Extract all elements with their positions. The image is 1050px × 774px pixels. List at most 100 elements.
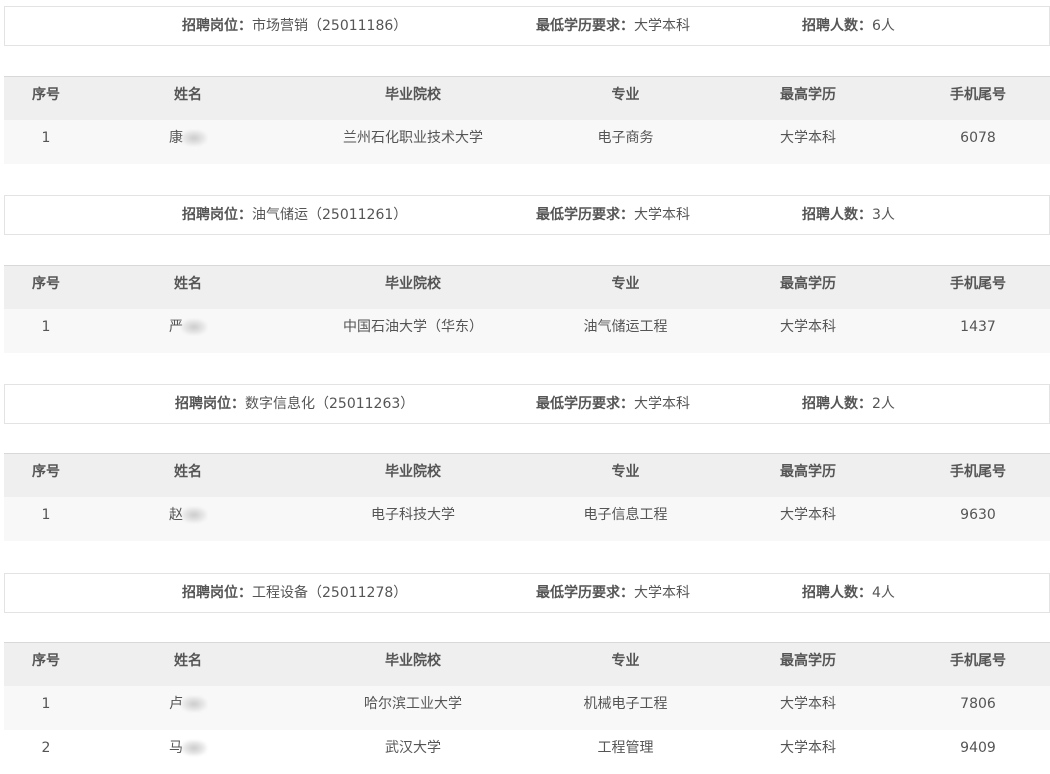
candidate-table: 序号 姓名 毕业院校 专业 最高学历 手机尾号 1 卢 哈尔滨工业大学 机械电子… xyxy=(4,642,1050,774)
position-field: 招聘岗位：工程设备（25011278） xyxy=(182,574,407,614)
position-label: 招聘岗位： xyxy=(182,585,252,601)
position-value: 数字信息化（25011263） xyxy=(245,396,415,412)
cell-major: 工程管理 xyxy=(597,740,654,756)
table-row: 1 康 兰州石化职业技术大学 电子商务 大学本科 6078 xyxy=(4,120,1050,164)
hire-count-value: 4人 xyxy=(872,585,895,601)
cell-school: 电子科技大学 xyxy=(371,507,455,523)
table-header-row: 序号 姓名 毕业院校 专业 最高学历 手机尾号 xyxy=(4,642,1050,686)
col-header-degree: 最高学历 xyxy=(780,87,836,103)
redaction-blur xyxy=(181,740,207,756)
col-header-phone-tail: 手机尾号 xyxy=(950,464,1006,480)
position-value: 油气储运（25011261） xyxy=(252,207,408,223)
col-header-phone-tail: 手机尾号 xyxy=(950,276,1006,292)
col-header-no: 序号 xyxy=(32,276,60,292)
col-header-phone-tail: 手机尾号 xyxy=(950,87,1006,103)
redaction-blur xyxy=(181,130,207,146)
cell-phone-tail: 1437 xyxy=(960,319,996,335)
cell-school: 哈尔滨工业大学 xyxy=(364,696,462,712)
col-header-name: 姓名 xyxy=(174,653,202,669)
job-section-engineering-equipment: 招聘岗位：工程设备（25011278） 最低学历要求：大学本科 招聘人数：4人 … xyxy=(4,573,1050,774)
position-value: 市场营销（25011186） xyxy=(252,18,408,34)
cell-major: 机械电子工程 xyxy=(583,696,668,712)
job-header: 招聘岗位：工程设备（25011278） 最低学历要求：大学本科 招聘人数：4人 xyxy=(4,573,1050,613)
hire-count-label: 招聘人数： xyxy=(802,18,872,34)
redaction-blur xyxy=(181,696,207,712)
candidate-table: 序号 姓名 毕业院校 专业 最高学历 手机尾号 1 康 兰州石化职业技术大学 电… xyxy=(4,76,1050,164)
min-education-value: 大学本科 xyxy=(634,585,690,601)
job-header: 招聘岗位：数字信息化（25011263） 最低学历要求：大学本科 招聘人数：2人 xyxy=(4,384,1050,424)
position-field: 招聘岗位：数字信息化（25011263） xyxy=(175,385,414,425)
col-header-school: 毕业院校 xyxy=(385,87,441,103)
table-header-row: 序号 姓名 毕业院校 专业 最高学历 手机尾号 xyxy=(4,453,1050,497)
min-education-field: 最低学历要求：大学本科 xyxy=(536,385,690,425)
min-education-field: 最低学历要求：大学本科 xyxy=(536,196,690,236)
table-row: 1 赵 电子科技大学 电子信息工程 大学本科 9630 xyxy=(4,497,1050,541)
hire-count-value: 6人 xyxy=(872,18,895,34)
col-header-major: 专业 xyxy=(611,653,640,669)
cell-degree: 大学本科 xyxy=(780,740,836,756)
redaction-blur xyxy=(181,507,207,523)
position-label: 招聘岗位： xyxy=(182,207,252,223)
position-label: 招聘岗位： xyxy=(175,396,245,412)
hire-count-field: 招聘人数：4人 xyxy=(802,574,895,614)
hire-count-label: 招聘人数： xyxy=(802,207,872,223)
col-header-degree: 最高学历 xyxy=(780,653,836,669)
job-header: 招聘岗位：油气储运（25011261） 最低学历要求：大学本科 招聘人数：3人 xyxy=(4,195,1050,235)
min-education-label: 最低学历要求： xyxy=(536,396,634,412)
min-education-label: 最低学历要求： xyxy=(536,207,634,223)
col-header-name: 姓名 xyxy=(174,276,202,292)
col-header-no: 序号 xyxy=(32,653,60,669)
job-section-oil-gas: 招聘岗位：油气储运（25011261） 最低学历要求：大学本科 招聘人数：3人 … xyxy=(4,195,1050,353)
col-header-name: 姓名 xyxy=(174,464,202,480)
cell-no: 1 xyxy=(41,507,51,523)
redaction-blur xyxy=(181,319,207,335)
table-row: 2 马 武汉大学 工程管理 大学本科 9409 xyxy=(4,730,1050,774)
cell-name: 马 xyxy=(88,730,288,774)
cell-degree: 大学本科 xyxy=(780,319,836,335)
min-education-label: 最低学历要求： xyxy=(536,585,634,601)
hire-count-label: 招聘人数： xyxy=(802,396,872,412)
col-header-major: 专业 xyxy=(611,276,640,292)
cell-degree: 大学本科 xyxy=(780,696,836,712)
min-education-value: 大学本科 xyxy=(634,18,690,34)
cell-phone-tail: 6078 xyxy=(960,130,996,146)
min-education-value: 大学本科 xyxy=(634,207,690,223)
hire-count-label: 招聘人数： xyxy=(802,585,872,601)
min-education-field: 最低学历要求：大学本科 xyxy=(536,7,690,47)
col-header-no: 序号 xyxy=(32,87,60,103)
cell-name: 康 xyxy=(88,120,288,164)
table-header-row: 序号 姓名 毕业院校 专业 最高学历 手机尾号 xyxy=(4,265,1050,309)
candidate-table: 序号 姓名 毕业院校 专业 最高学历 手机尾号 1 赵 电子科技大学 电子信息工… xyxy=(4,453,1050,541)
col-header-degree: 最高学历 xyxy=(780,464,836,480)
hire-count-field: 招聘人数：2人 xyxy=(802,385,895,425)
col-header-degree: 最高学历 xyxy=(780,276,836,292)
cell-name: 卢 xyxy=(88,686,288,730)
table-row: 1 卢 哈尔滨工业大学 机械电子工程 大学本科 7806 xyxy=(4,686,1050,730)
col-header-no: 序号 xyxy=(32,464,60,480)
cell-name: 严 xyxy=(88,309,288,353)
position-field: 招聘岗位：市场营销（25011186） xyxy=(182,7,407,47)
cell-name: 赵 xyxy=(88,497,288,541)
col-header-school: 毕业院校 xyxy=(385,464,441,480)
col-header-phone-tail: 手机尾号 xyxy=(950,653,1006,669)
table-header-row: 序号 姓名 毕业院校 专业 最高学历 手机尾号 xyxy=(4,76,1050,120)
col-header-name: 姓名 xyxy=(174,87,202,103)
hire-count-value: 3人 xyxy=(872,207,895,223)
hire-count-field: 招聘人数：3人 xyxy=(802,196,895,236)
min-education-field: 最低学历要求：大学本科 xyxy=(536,574,690,614)
min-education-value: 大学本科 xyxy=(634,396,690,412)
job-section-marketing: 招聘岗位：市场营销（25011186） 最低学历要求：大学本科 招聘人数：6人 … xyxy=(4,6,1050,164)
cell-phone-tail: 9409 xyxy=(960,740,996,756)
table-row: 1 严 中国石油大学（华东） 油气储运工程 大学本科 1437 xyxy=(4,309,1050,353)
cell-no: 1 xyxy=(41,696,51,712)
cell-no: 2 xyxy=(41,740,51,756)
cell-school: 中国石油大学（华东） xyxy=(343,319,483,335)
cell-major: 油气储运工程 xyxy=(583,319,668,335)
hire-count-value: 2人 xyxy=(872,396,895,412)
cell-no: 1 xyxy=(41,130,51,146)
cell-major: 电子信息工程 xyxy=(583,507,668,523)
hire-count-field: 招聘人数：6人 xyxy=(802,7,895,47)
col-header-school: 毕业院校 xyxy=(385,653,441,669)
position-label: 招聘岗位： xyxy=(182,18,252,34)
col-header-major: 专业 xyxy=(611,464,640,480)
